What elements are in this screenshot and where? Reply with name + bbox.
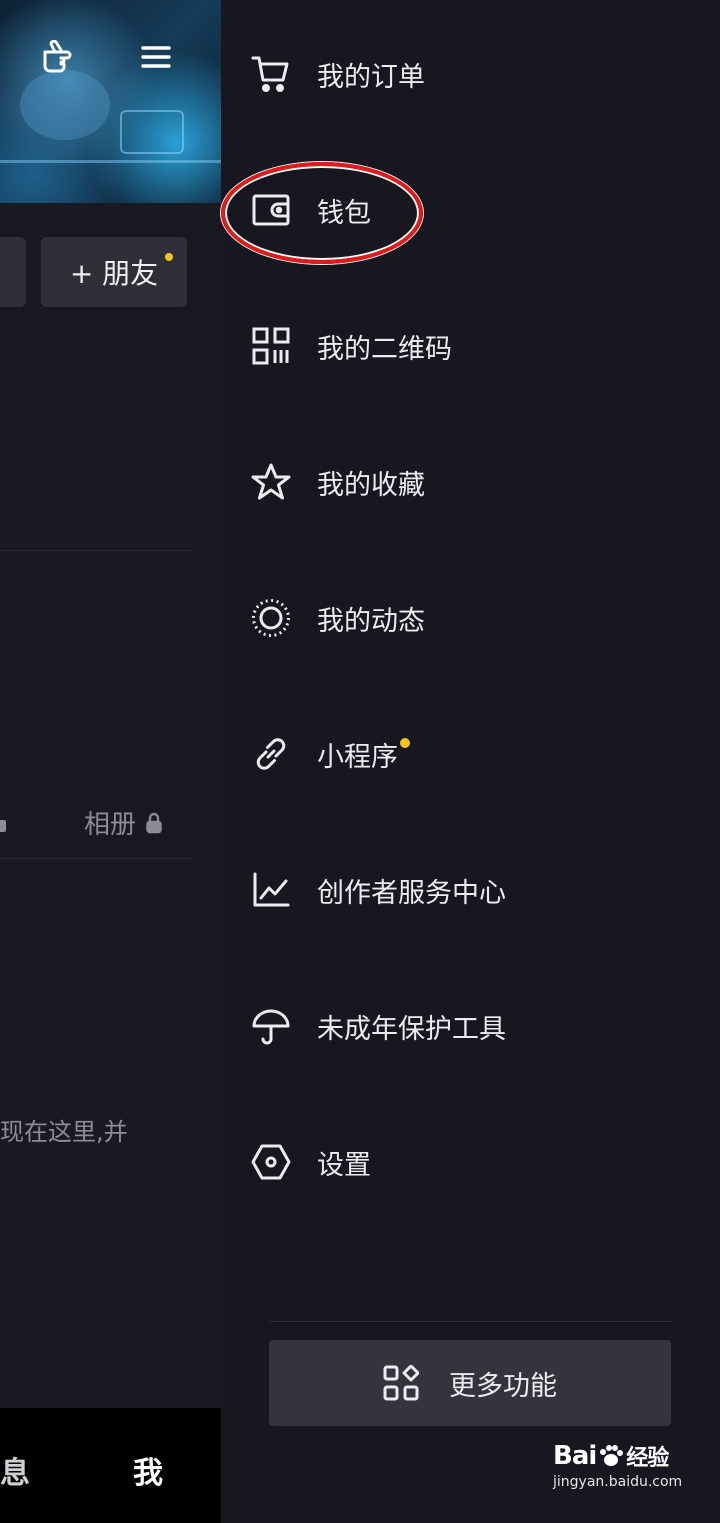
lock-icon bbox=[146, 812, 162, 834]
menu-item-wallet[interactable]: 钱包 bbox=[249, 180, 371, 240]
apps-grid-icon bbox=[383, 1365, 419, 1401]
bottom-tab-bar: 消息 我 bbox=[0, 1408, 221, 1523]
divider bbox=[269, 1321, 673, 1322]
profile-banner-image bbox=[0, 0, 221, 203]
menu-item-label: 我的收藏 bbox=[317, 469, 425, 501]
menu-item-label: 钱包 bbox=[317, 197, 371, 229]
menu-item-orders[interactable]: 我的订单 bbox=[249, 44, 425, 104]
menu-item-creator-center[interactable]: 创作者服务中心 bbox=[249, 860, 506, 920]
watermark-url: jingyan.baidu.com bbox=[553, 1474, 683, 1490]
menu-item-label: 小程序 bbox=[317, 741, 398, 773]
tab-me[interactable]: 我 bbox=[133, 1448, 163, 1492]
tab-messages[interactable]: 消息 bbox=[0, 1448, 30, 1492]
divider bbox=[0, 550, 192, 551]
edit-profile-button[interactable] bbox=[0, 237, 26, 307]
more-features-label: 更多功能 bbox=[449, 1370, 557, 1402]
qrcode-icon bbox=[249, 324, 293, 368]
album-label: 相册 bbox=[84, 810, 137, 840]
menu-item-label: 我的二维码 bbox=[317, 333, 452, 365]
watermark-brand-cn: 经验 bbox=[626, 1446, 669, 1471]
menu-item-minor-protection[interactable]: 未成年保护工具 bbox=[249, 996, 506, 1056]
link-icon bbox=[249, 732, 293, 776]
banner-decoration bbox=[120, 110, 184, 154]
divider bbox=[0, 858, 192, 859]
album-tab[interactable]: 相册 bbox=[84, 804, 162, 841]
star-icon bbox=[249, 460, 293, 504]
cart-icon bbox=[249, 52, 293, 96]
menu-item-label: 设置 bbox=[317, 1149, 371, 1181]
more-features-button[interactable]: 更多功能 bbox=[269, 1340, 671, 1426]
add-friend-button[interactable]: + 朋友 bbox=[41, 237, 187, 307]
paw-icon bbox=[598, 1443, 624, 1469]
empty-state-hint: 现在这里,并 bbox=[0, 1118, 128, 1146]
banner-decoration bbox=[0, 160, 221, 163]
menu-item-label: 我的动态 bbox=[317, 605, 425, 637]
banner-decoration bbox=[20, 70, 110, 140]
menu-item-favorites[interactable]: 我的收藏 bbox=[249, 452, 425, 512]
watermark-brand: Bai bbox=[553, 1441, 597, 1471]
add-friend-label: + 朋友 bbox=[69, 257, 159, 290]
menu-item-moments[interactable]: 我的动态 bbox=[249, 588, 425, 648]
baidu-jingyan-watermark: Bai 经验 jingyan.baidu.com bbox=[553, 1440, 683, 1510]
lock-icon bbox=[0, 812, 8, 832]
side-drawer-menu: 我的订单 钱包 我的二维码 我的收藏 我的动态 小程序 创作者服务中心 未成年保… bbox=[221, 0, 720, 1523]
menu-item-mini-programs[interactable]: 小程序 bbox=[249, 724, 410, 784]
menu-item-label: 我的订单 bbox=[317, 61, 425, 93]
hexagon-settings-icon bbox=[249, 1140, 293, 1184]
wallet-icon bbox=[249, 188, 293, 232]
menu-item-label: 未成年保护工具 bbox=[317, 1013, 506, 1045]
new-badge-dot bbox=[400, 738, 410, 748]
umbrella-icon bbox=[249, 1004, 293, 1048]
pointing-hand-icon[interactable] bbox=[40, 35, 84, 79]
dotted-circle-icon bbox=[249, 596, 293, 640]
chart-icon bbox=[249, 868, 293, 912]
menu-item-settings[interactable]: 设置 bbox=[249, 1132, 371, 1192]
hamburger-menu-icon[interactable] bbox=[134, 35, 178, 79]
menu-item-qrcode[interactable]: 我的二维码 bbox=[249, 316, 452, 376]
menu-item-label: 创作者服务中心 bbox=[317, 877, 506, 909]
profile-page-background: + 朋友 相册 现在这里,并 消息 我 bbox=[0, 0, 221, 1523]
notification-dot bbox=[165, 253, 173, 261]
